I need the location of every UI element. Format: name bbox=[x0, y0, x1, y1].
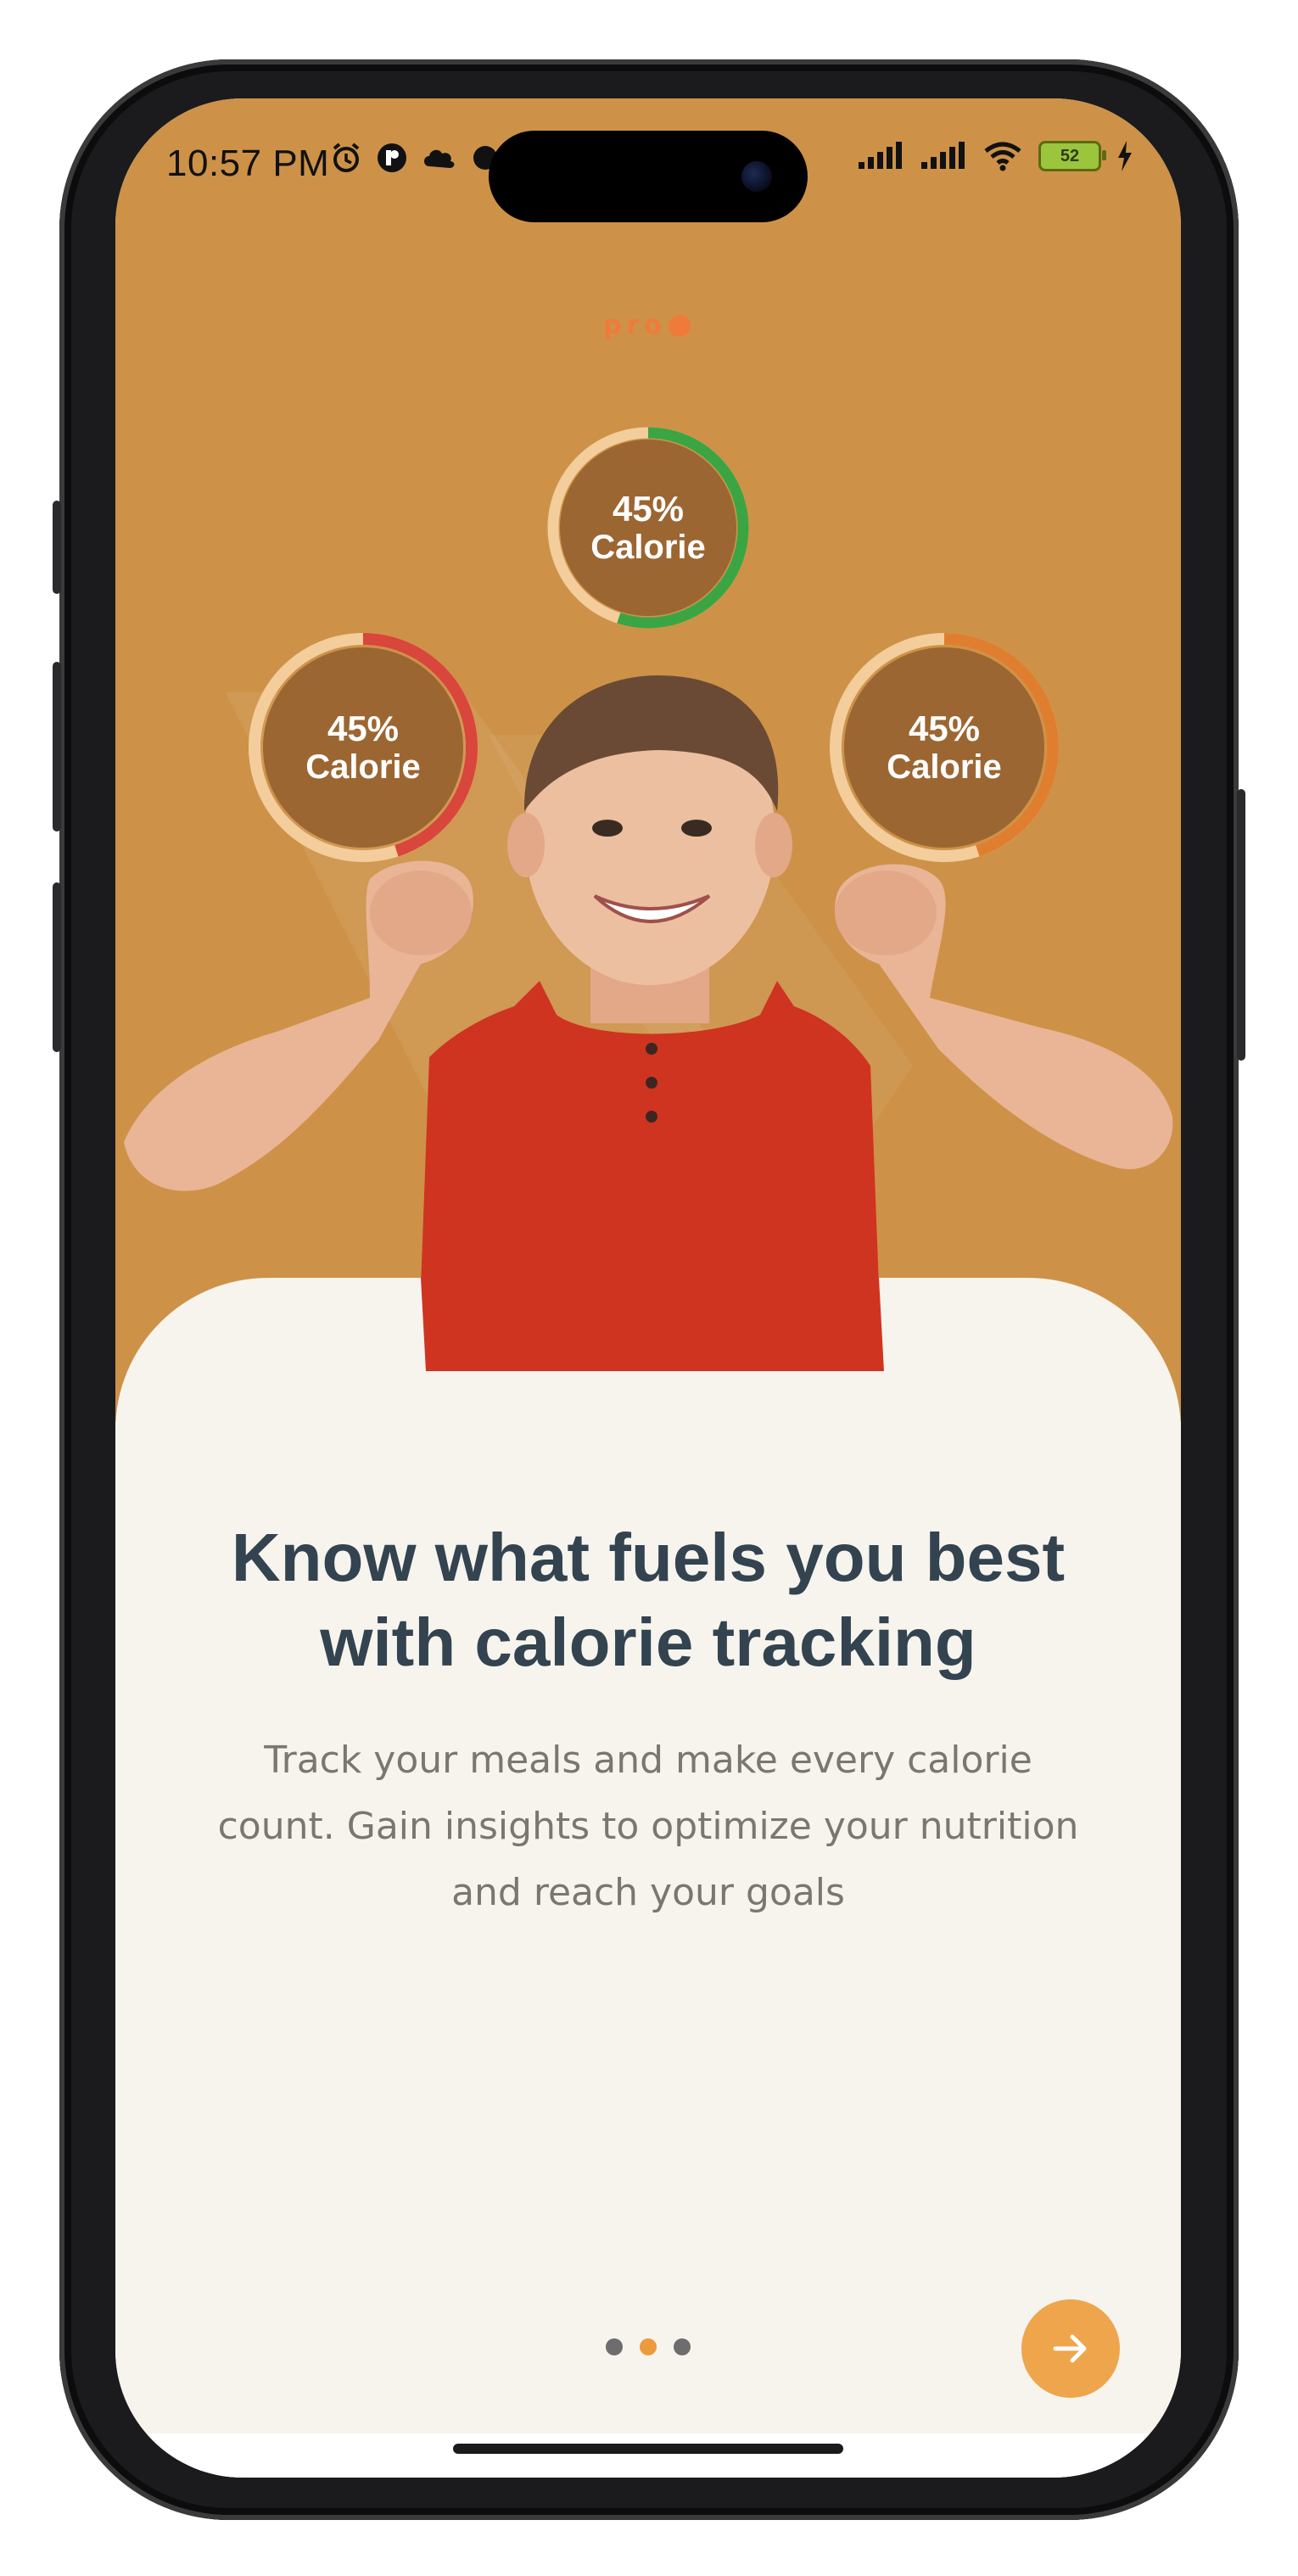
wifi-icon bbox=[984, 142, 1021, 171]
calorie-percent: 45% bbox=[612, 488, 685, 529]
status-time: 10:57 PM bbox=[166, 143, 330, 184]
home-indicator[interactable] bbox=[453, 2444, 843, 2454]
page-dot[interactable] bbox=[606, 2338, 623, 2355]
page-dot[interactable] bbox=[674, 2338, 691, 2355]
cloud-icon bbox=[424, 149, 455, 168]
arrow-right-icon bbox=[1053, 2334, 1087, 2363]
brand-logo: pro bbox=[603, 311, 691, 340]
hero-child-image bbox=[124, 675, 1173, 1286]
battery-icon: 52 bbox=[1038, 141, 1106, 171]
signal-icon bbox=[859, 142, 902, 169]
volume-up-button bbox=[53, 662, 61, 832]
volume-down-button bbox=[53, 882, 61, 1052]
headline-line-1: Know what fuels you best bbox=[231, 1520, 1066, 1595]
page-dot-active[interactable] bbox=[640, 2338, 657, 2355]
onboarding-description: Track your meals and make every calorie … bbox=[217, 1739, 1079, 1914]
charging-icon bbox=[1118, 141, 1132, 171]
orange-fruit-icon bbox=[668, 315, 691, 337]
hero-section: pro 45% Calorie 45% Calorie 45% Calorie bbox=[115, 98, 1181, 1422]
alarm-icon bbox=[333, 143, 360, 172]
bottom-safe-area bbox=[115, 2433, 1181, 2478]
status-bar: 10:57 PM 52 bbox=[115, 98, 1181, 226]
brand-name: pro bbox=[603, 311, 667, 340]
headline-line-2: with calorie tracking bbox=[320, 1604, 976, 1680]
page-indicator bbox=[606, 2338, 691, 2355]
front-camera bbox=[741, 161, 772, 192]
next-button[interactable] bbox=[1021, 2299, 1120, 2398]
calorie-label: Calorie bbox=[590, 529, 706, 567]
hero-child-shirt bbox=[421, 1278, 884, 1371]
power-button bbox=[1237, 789, 1245, 1061]
calorie-ring-top: 45% Calorie bbox=[545, 424, 752, 631]
battery-level: 52 bbox=[1060, 146, 1080, 165]
onboarding-headline: Know what fuels you best with calorie tr… bbox=[115, 1515, 1181, 1685]
app-screen: pro 45% Calorie 45% Calorie 45% Calorie … bbox=[115, 98, 1181, 2478]
app-badge-icon bbox=[378, 143, 406, 172]
action-button bbox=[53, 501, 61, 594]
dynamic-island bbox=[489, 131, 808, 222]
signal-icon bbox=[921, 142, 965, 169]
